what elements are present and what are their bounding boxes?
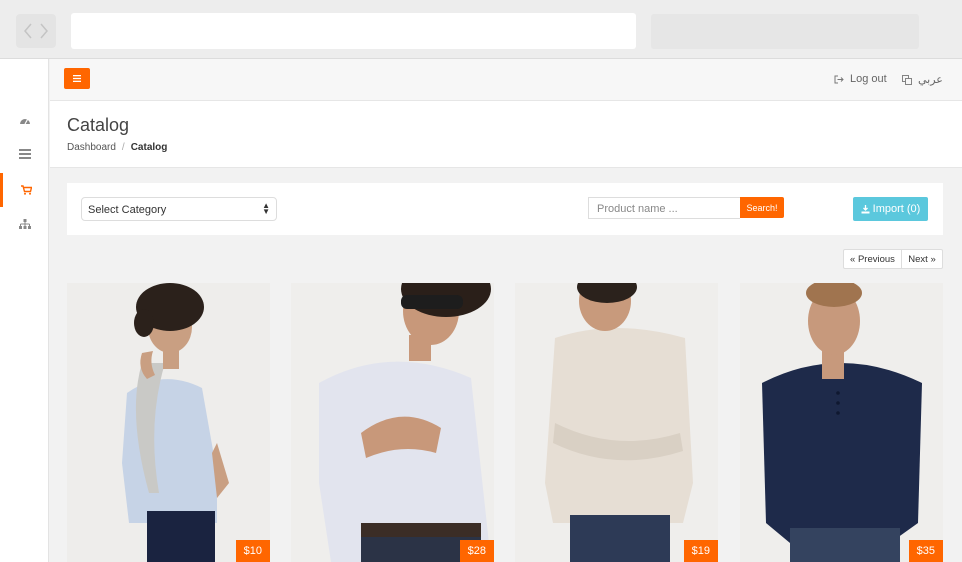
next-page-button[interactable]: Next » bbox=[902, 249, 943, 269]
sidebar-item-dashboard[interactable] bbox=[0, 103, 49, 137]
pagination: « Previous Next » bbox=[843, 249, 943, 269]
product-image bbox=[67, 283, 270, 562]
product-card[interactable]: $19 bbox=[515, 283, 718, 562]
category-select-value: Select Category bbox=[88, 204, 167, 216]
breadcrumb-home[interactable]: Dashboard bbox=[67, 142, 116, 153]
import-label: Import (0) bbox=[872, 203, 921, 215]
sidebar-item-sitemap[interactable] bbox=[0, 207, 49, 241]
hamburger-icon bbox=[73, 75, 81, 82]
previous-page-button[interactable]: « Previous bbox=[843, 249, 902, 269]
cart-icon bbox=[20, 185, 32, 195]
product-card[interactable]: $28 bbox=[291, 283, 494, 562]
product-price: $28 bbox=[459, 540, 494, 562]
sidebar-item-list[interactable] bbox=[0, 137, 49, 171]
category-select[interactable]: Select Category ▲ ▼ bbox=[81, 197, 277, 221]
forward-arrow-icon[interactable] bbox=[37, 21, 51, 41]
back-arrow-icon[interactable] bbox=[21, 21, 35, 41]
sidebar bbox=[0, 59, 49, 562]
breadcrumb-separator: / bbox=[121, 142, 125, 153]
search-placeholder: Product name ... bbox=[597, 203, 678, 215]
product-search-input[interactable]: Product name ... bbox=[588, 197, 740, 219]
product-image bbox=[740, 283, 943, 562]
breadcrumb: Dashboard / Catalog bbox=[67, 142, 167, 153]
language-label: عربي bbox=[918, 74, 943, 86]
page-header: Catalog Dashboard / Catalog bbox=[50, 101, 962, 168]
list-icon bbox=[18, 149, 31, 159]
product-card[interactable]: $35 bbox=[740, 283, 943, 562]
logout-link[interactable]: Log out bbox=[834, 73, 887, 85]
select-arrows-icon: ▲ ▼ bbox=[262, 201, 270, 216]
search-button[interactable]: Search! bbox=[740, 197, 784, 218]
product-price: $10 bbox=[235, 540, 270, 562]
product-image bbox=[291, 283, 494, 562]
page-title: Catalog bbox=[67, 115, 130, 135]
browser-toolbar bbox=[0, 0, 962, 59]
product-image bbox=[515, 283, 718, 562]
dashboard-icon bbox=[19, 119, 30, 125]
top-header: Log out عربي bbox=[50, 59, 962, 101]
sidebar-item-catalog[interactable] bbox=[0, 173, 49, 207]
filter-panel: Select Category ▲ ▼ Product name ... Sear… bbox=[67, 183, 943, 235]
product-price: $19 bbox=[683, 540, 718, 562]
product-card[interactable]: $10 bbox=[67, 283, 270, 562]
import-button[interactable]: Import (0) bbox=[853, 197, 928, 221]
logout-icon bbox=[834, 75, 844, 83]
breadcrumb-current: Catalog bbox=[130, 142, 168, 153]
browser-extension-area bbox=[651, 14, 919, 49]
browser-nav bbox=[16, 14, 56, 48]
menu-toggle-button[interactable] bbox=[64, 68, 90, 89]
download-icon bbox=[861, 204, 870, 213]
language-switch[interactable]: عربي bbox=[902, 73, 943, 86]
address-bar[interactable] bbox=[71, 13, 636, 49]
logout-label: Log out bbox=[850, 73, 887, 85]
language-icon bbox=[902, 74, 912, 85]
product-price: $35 bbox=[908, 540, 943, 562]
sitemap-icon bbox=[18, 219, 31, 229]
